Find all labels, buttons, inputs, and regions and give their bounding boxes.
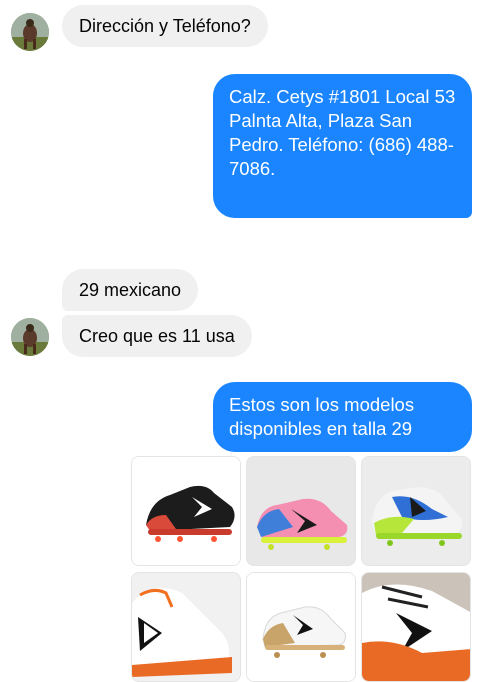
outgoing-message[interactable]: Estos son los modelos disponibles en tal… (213, 382, 472, 452)
black-red-boot-photo (132, 457, 240, 565)
message-text: Dirección y Teléfono? (79, 16, 251, 36)
message-text: Calz. Cetys #1801 Local 53 Palnta Alta, … (229, 86, 456, 179)
message-text: Creo que es 11 usa (79, 326, 235, 346)
avatar[interactable] (11, 13, 49, 51)
white-orange-boot-photo (132, 573, 240, 681)
white-gold-boot-photo (247, 573, 355, 681)
contact-photo-icon (11, 318, 49, 356)
product-image[interactable] (246, 456, 356, 566)
incoming-message[interactable]: 29 mexicano (62, 269, 199, 311)
product-image[interactable] (361, 572, 471, 682)
product-image[interactable] (361, 456, 471, 566)
green-blue-white-boot-photo (362, 457, 470, 565)
pink-blue-yellow-boot-photo (247, 457, 355, 565)
contact-photo-icon (11, 13, 49, 51)
incoming-message[interactable]: Dirección y Teléfono? (62, 5, 268, 47)
product-image[interactable] (131, 456, 241, 566)
product-image[interactable] (246, 572, 356, 682)
avatar[interactable] (11, 318, 49, 356)
incoming-message[interactable]: Creo que es 11 usa (62, 315, 252, 357)
message-text: Estos son los modelos disponibles en tal… (229, 394, 415, 439)
outgoing-message[interactable]: Calz. Cetys #1801 Local 53 Palnta Alta, … (213, 74, 472, 218)
product-image[interactable] (131, 572, 241, 682)
message-text: 29 mexicano (79, 280, 182, 300)
white-orange-black-boot-photo (362, 573, 470, 681)
